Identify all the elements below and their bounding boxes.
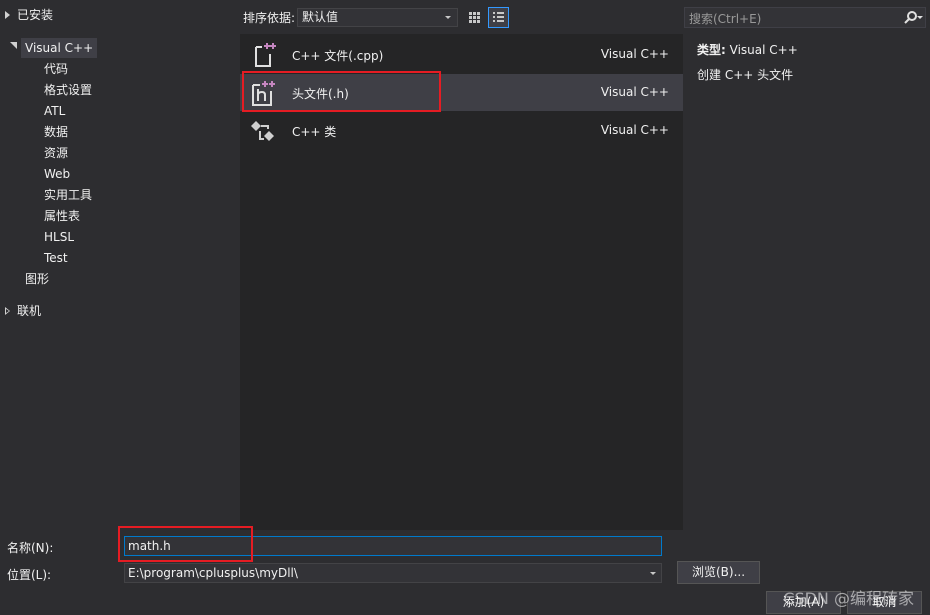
template-details-panel: 类型: Visual C++ 创建 C++ 头文件 <box>683 34 930 530</box>
template-item-cpp-class[interactable]: C++ 类 Visual C++ <box>240 112 683 149</box>
tree-node-resource[interactable]: 资源 <box>44 143 68 163</box>
list-view-icon <box>493 12 504 22</box>
tree-node-graphics[interactable]: 图形 <box>25 269 49 289</box>
tree-node-property-sheet[interactable]: 属性表 <box>44 206 80 226</box>
template-item-header-file[interactable]: 头文件(.h) Visual C++ <box>240 74 683 111</box>
search-icon[interactable] <box>902 9 924 27</box>
sort-value: 默认值 <box>302 10 339 24</box>
tree-node-code[interactable]: 代码 <box>44 59 68 79</box>
cpp-class-icon <box>251 121 274 141</box>
watermark: CSDN @编程砖家 <box>783 589 914 608</box>
location-dropdown[interactable]: E:\program\cplusplus\myDll\ <box>124 563 662 583</box>
installed-expand-icon[interactable] <box>5 11 10 19</box>
template-language: Visual C++ <box>600 123 669 137</box>
grid-view-button[interactable] <box>464 7 485 28</box>
template-language: Visual C++ <box>600 85 669 99</box>
tree-node-formatting[interactable]: 格式设置 <box>44 80 92 100</box>
grid-view-icon <box>469 12 480 23</box>
location-label: 位置(L): <box>7 568 52 582</box>
search-input[interactable]: 搜索(Ctrl+E) <box>684 7 926 28</box>
tree-node-installed[interactable]: 已安装 <box>17 5 53 25</box>
tree-node-test[interactable]: Test <box>44 248 68 268</box>
name-label: 名称(N): <box>7 541 54 555</box>
tree-node-web[interactable]: Web <box>44 164 70 184</box>
tree-node-atl[interactable]: ATL <box>44 101 65 121</box>
tree-node-utility[interactable]: 实用工具 <box>44 185 92 205</box>
visual-cpp-collapse-icon[interactable] <box>10 42 17 49</box>
template-tree: 已安装 Visual C++ 代码 格式设置 ATL 数据 资源 Web 实用工… <box>0 0 240 530</box>
type-value: Visual C++ <box>729 43 798 57</box>
search-placeholder: 搜索(Ctrl+E) <box>689 12 762 26</box>
template-name: C++ 文件(.cpp) <box>292 49 384 63</box>
tree-node-hlsl[interactable]: HLSL <box>44 227 74 247</box>
chevron-down-icon <box>445 16 451 19</box>
template-description: 创建 C++ 头文件 <box>697 68 794 82</box>
template-item-cpp-file[interactable]: C++ 文件(.cpp) Visual C++ <box>240 36 683 73</box>
online-expand-icon[interactable] <box>5 307 10 315</box>
tree-node-online[interactable]: 联机 <box>17 301 41 321</box>
type-label: 类型: <box>697 43 726 57</box>
template-name: 头文件(.h) <box>292 87 349 101</box>
browse-button[interactable]: 浏览(B)... <box>677 561 760 584</box>
template-name: C++ 类 <box>292 125 337 139</box>
chevron-down-icon <box>650 572 656 575</box>
sort-dropdown[interactable]: 默认值 <box>297 8 458 27</box>
name-input[interactable]: math.h <box>124 536 662 556</box>
list-view-button[interactable] <box>488 7 509 28</box>
location-value: E:\program\cplusplus\myDll\ <box>128 566 298 580</box>
tree-node-visual-cpp[interactable]: Visual C++ <box>21 38 98 58</box>
template-language: Visual C++ <box>600 47 669 61</box>
cpp-file-icon <box>255 43 276 67</box>
new-item-form: 名称(N): math.h 位置(L): E:\program\cplusplu… <box>0 526 930 615</box>
header-file-icon <box>252 81 275 106</box>
sort-label: 排序依据: <box>243 11 296 25</box>
tree-node-data[interactable]: 数据 <box>44 122 68 142</box>
